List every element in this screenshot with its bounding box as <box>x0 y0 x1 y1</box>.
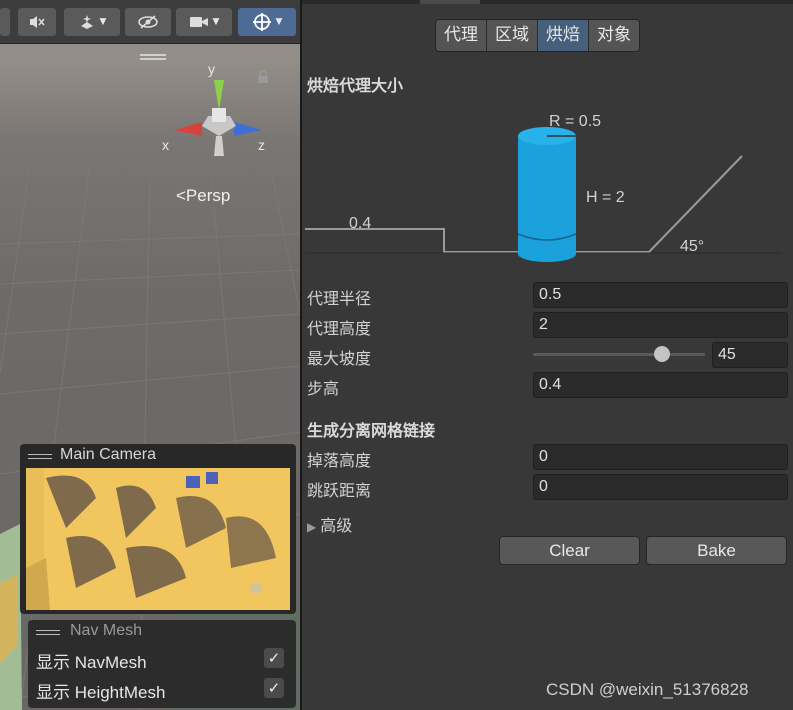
offmesh-links-heading: 生成分离网格链接 <box>307 421 436 440</box>
panel-tab-strip <box>302 0 793 4</box>
agent-size-diagram: 0.4 45° R = 0.5 H = 2 <box>305 113 782 262</box>
step-height-label: 步高 <box>307 379 340 398</box>
overlay-grip[interactable] <box>36 630 60 636</box>
agent-size-heading: 烘焙代理大小 <box>307 76 404 95</box>
drop-height-label: 掉落高度 <box>307 451 372 470</box>
show-navmesh-label: 显示 NavMesh <box>36 653 147 672</box>
effects-icon <box>80 15 93 29</box>
camera-preview-overlay: Main Camera <box>20 444 296 614</box>
show-heightmesh-label: 显示 HeightMesh <box>36 683 166 702</box>
height-label: H = 2 <box>586 189 625 206</box>
navmesh-overlay-title: Nav Mesh <box>70 622 143 639</box>
foldout-arrow-icon: ▶ <box>307 520 317 534</box>
camera-preview-image <box>26 468 290 610</box>
step-height-label: 0.4 <box>349 215 371 232</box>
gizmo-y-label: y <box>208 61 215 77</box>
tab-object[interactable]: 对象 <box>589 20 639 51</box>
drop-height-field[interactable]: 0 <box>533 444 788 470</box>
scene-toolbar: ▼ ▼ ▼ <box>0 0 300 44</box>
advanced-foldout[interactable]: ▶ 高级 <box>307 512 352 536</box>
max-slope-slider-handle[interactable] <box>654 346 670 362</box>
effects-dropdown[interactable]: ▼ <box>64 8 120 36</box>
clear-button[interactable]: Clear <box>499 536 640 565</box>
navigation-tabs: 代理 区域 烘焙 对象 <box>435 19 640 52</box>
gizmo-x-label: x <box>162 137 169 153</box>
jump-distance-label: 跳跃距离 <box>307 481 372 500</box>
lock-icon[interactable] <box>256 70 270 84</box>
step-height-field[interactable]: 0.4 <box>533 372 788 398</box>
tab-bake[interactable]: 烘焙 <box>538 20 589 51</box>
overlay-grip[interactable] <box>28 454 52 460</box>
camera-overlay-title: Main Camera <box>60 446 157 463</box>
chevron-down-icon: ▼ <box>275 17 283 27</box>
agent-cylinder <box>517 127 577 262</box>
agent-radius-field[interactable]: 0.5 <box>533 282 788 308</box>
tab-agents[interactable]: 代理 <box>436 20 487 51</box>
radius-label: R = 0.5 <box>549 113 601 130</box>
visibility-icon <box>138 15 158 29</box>
camera-icon <box>189 17 208 27</box>
audio-mute-icon[interactable] <box>18 8 56 36</box>
bake-button[interactable]: Bake <box>646 536 787 565</box>
tab-areas[interactable]: 区域 <box>487 20 538 51</box>
watermark: CSDN @weixin_51376828 <box>546 680 749 699</box>
show-heightmesh-checkbox[interactable]: ✓ <box>264 678 284 698</box>
gizmos-dropdown[interactable]: ▼ <box>238 8 296 36</box>
agent-radius-label: 代理半径 <box>307 289 372 308</box>
agent-height-field[interactable]: 2 <box>533 312 788 338</box>
visibility-toggle[interactable] <box>125 8 171 36</box>
navigation-panel: 代理 区域 烘焙 对象 烘焙代理大小 0.4 45° R = 0.5 H = 2… <box>302 0 793 710</box>
toolbar-edge <box>0 8 10 36</box>
gizmo-z-label: z <box>258 137 265 153</box>
chevron-down-icon: ▼ <box>212 17 220 27</box>
max-slope-slider[interactable] <box>533 353 705 356</box>
max-slope-field[interactable]: 45 <box>712 342 788 368</box>
slope-label: 45° <box>680 238 704 255</box>
chevron-down-icon: ▼ <box>99 17 107 27</box>
jump-distance-field[interactable]: 0 <box>533 474 788 500</box>
advanced-label: 高级 <box>320 516 353 535</box>
gizmos-icon <box>252 13 271 31</box>
camera-dropdown[interactable]: ▼ <box>176 8 232 36</box>
navmesh-overlay: Nav Mesh 显示 NavMesh ✓ 显示 HeightMesh ✓ <box>28 620 296 708</box>
scene-view[interactable]: ▼ ▼ ▼ y x z <Persp Main Camera Nav Mesh … <box>0 0 300 710</box>
perspective-label[interactable]: <Persp <box>176 186 230 206</box>
max-slope-label: 最大坡度 <box>307 349 372 368</box>
agent-height-label: 代理高度 <box>307 319 372 338</box>
show-navmesh-checkbox[interactable]: ✓ <box>264 648 284 668</box>
